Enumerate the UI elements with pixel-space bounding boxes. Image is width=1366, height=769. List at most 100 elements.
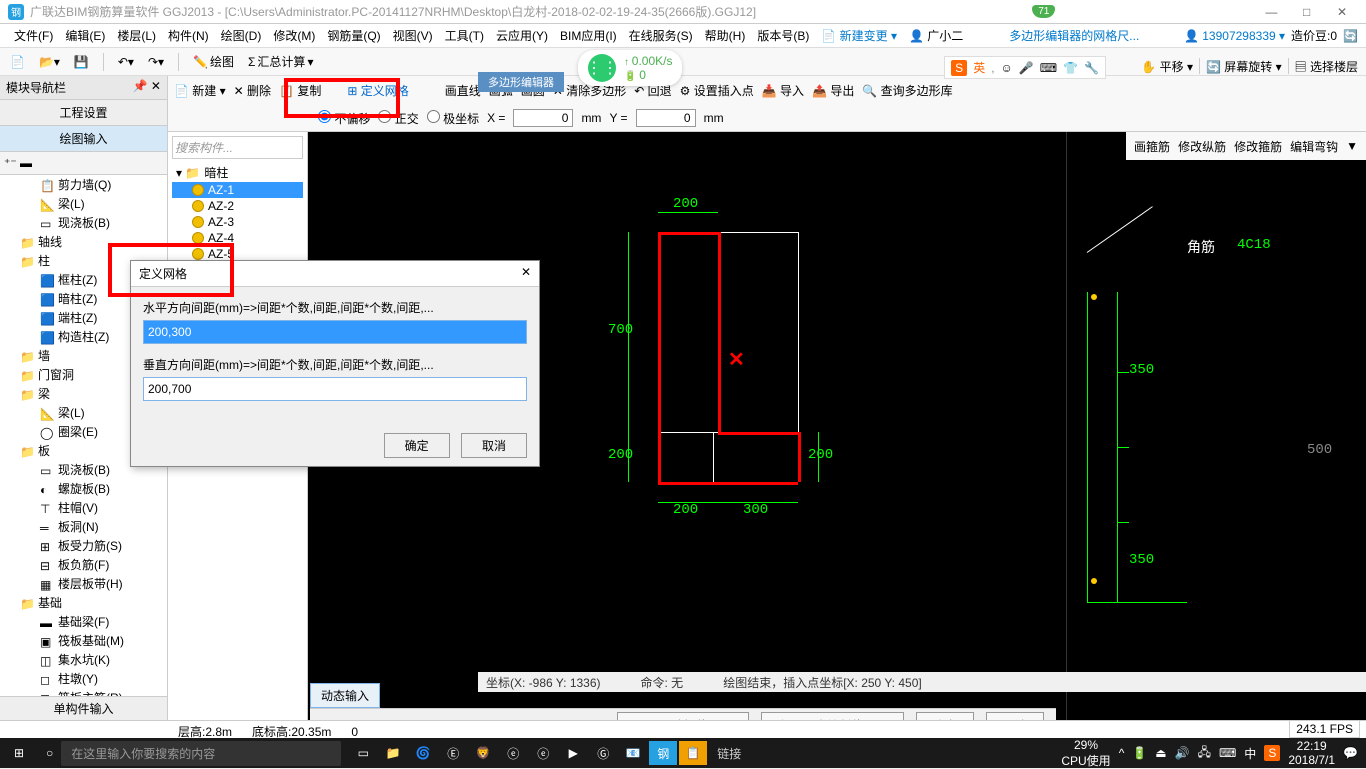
- app-icon-11[interactable]: 📋: [679, 741, 707, 765]
- tray-sogou-icon[interactable]: S: [1264, 745, 1280, 761]
- app-icon-7[interactable]: ▶: [559, 741, 587, 765]
- tree-item[interactable]: ═板洞(N): [0, 517, 167, 536]
- draw-button[interactable]: ✏️ 绘图: [189, 51, 238, 72]
- tree-item[interactable]: ⊤柱帽(V): [0, 498, 167, 517]
- query-lib-button[interactable]: 🔍 查询多边形库: [862, 82, 952, 99]
- app-icon-4[interactable]: 🦁: [469, 741, 497, 765]
- open-file-icon[interactable]: 📂▾: [35, 53, 64, 71]
- menu-online[interactable]: 在线服务(S): [623, 27, 699, 44]
- tree-item[interactable]: ◐螺旋板(B): [0, 479, 167, 498]
- pan-button[interactable]: ✋ 平移 ▾: [1141, 58, 1193, 75]
- ime-tool-icon[interactable]: 🔧: [1084, 61, 1099, 75]
- tray-net-icon[interactable]: 🖧: [1198, 743, 1211, 764]
- polar-radio[interactable]: 极坐标: [427, 110, 479, 127]
- dynamic-input-button[interactable]: 动态输入: [310, 683, 380, 708]
- tree-item[interactable]: ⊟板负筋(F): [0, 555, 167, 574]
- modify-stirrup-button[interactable]: 修改箍筋: [1234, 138, 1282, 155]
- dialog-cancel-button[interactable]: 取消: [461, 433, 527, 458]
- x-input[interactable]: [513, 109, 573, 127]
- tray-notif-icon[interactable]: 💬: [1343, 746, 1358, 760]
- tree-item[interactable]: ▦楼层板带(H): [0, 574, 167, 593]
- dialog-close-icon[interactable]: ✕: [521, 265, 531, 282]
- tree-item[interactable]: ◻柱墩(Y): [0, 669, 167, 688]
- taskview-icon[interactable]: ▭: [349, 741, 377, 765]
- edit-hook-button[interactable]: 编辑弯钩: [1290, 138, 1338, 155]
- tree-collapse-icon[interactable]: ▬: [20, 156, 32, 170]
- menu-tool[interactable]: 工具(T): [439, 27, 490, 44]
- tray-vol-icon[interactable]: 🔊: [1175, 746, 1190, 760]
- menu-view[interactable]: 视图(V): [387, 27, 439, 44]
- refresh-icon[interactable]: 🔄: [1343, 29, 1358, 43]
- tree-item[interactable]: ▣筏板基础(M): [0, 631, 167, 650]
- menu-file[interactable]: 文件(F): [8, 27, 59, 44]
- app-icon-10[interactable]: 钢: [649, 741, 677, 765]
- new-change-button[interactable]: 📄 新建变更 ▾: [815, 27, 903, 44]
- menu-bim[interactable]: BIM应用(I): [554, 27, 623, 44]
- save-icon[interactable]: 💾: [70, 53, 93, 71]
- ime-smile-icon[interactable]: ☺: [1001, 61, 1013, 75]
- tray-up-icon[interactable]: ^: [1119, 746, 1125, 760]
- menu-edit[interactable]: 编辑(E): [59, 27, 111, 44]
- app-icon-5[interactable]: ⓔ: [499, 741, 527, 765]
- dialog-ok-button[interactable]: 确定: [384, 433, 450, 458]
- dropdown-icon[interactable]: ▼: [1346, 139, 1358, 153]
- menu-floor[interactable]: 楼层(L): [111, 27, 162, 44]
- tree-item[interactable]: ⊞板受力筋(S): [0, 536, 167, 555]
- ime-mic-icon[interactable]: 🎤: [1019, 61, 1034, 75]
- sidebar-pin-icon[interactable]: 📌 ✕: [133, 79, 161, 96]
- app-icon-1[interactable]: 📁: [379, 741, 407, 765]
- select-floor-button[interactable]: ▤ 选择楼层: [1295, 58, 1358, 75]
- ime-skin-icon[interactable]: 👕: [1063, 61, 1078, 75]
- ime-kb-icon[interactable]: ⌨: [1040, 61, 1057, 75]
- close-button[interactable]: ✕: [1326, 5, 1358, 19]
- modify-long-button[interactable]: 修改纵筋: [1178, 138, 1226, 155]
- import-button[interactable]: 📥 导入: [762, 82, 804, 99]
- ime-brand-icon[interactable]: S: [951, 60, 967, 76]
- draw-stirrup-button[interactable]: 画箍筋: [1134, 138, 1170, 155]
- v-spacing-input[interactable]: [143, 377, 527, 401]
- component-node[interactable]: AZ-1: [172, 182, 303, 198]
- app-icon-8[interactable]: Ⓖ: [589, 741, 617, 765]
- export-button[interactable]: 📤 导出: [812, 82, 854, 99]
- tree-item[interactable]: 📐梁(L): [0, 194, 167, 213]
- tray-ime[interactable]: 中: [1244, 745, 1256, 762]
- redo-icon[interactable]: ↷▾: [144, 53, 168, 71]
- menu-version[interactable]: 版本号(B): [751, 27, 815, 44]
- draw-input-button[interactable]: 绘图输入: [0, 126, 167, 152]
- maximize-button[interactable]: □: [1291, 5, 1323, 19]
- search-components-input[interactable]: 搜索构件...: [172, 136, 303, 159]
- delete-button[interactable]: ✕ 删除: [234, 82, 271, 99]
- app-icon-3[interactable]: Ⓔ: [439, 741, 467, 765]
- project-settings-button[interactable]: 工程设置: [0, 100, 167, 126]
- draw-line-button[interactable]: 画直线: [445, 82, 481, 99]
- menu-help[interactable]: 帮助(H): [699, 27, 752, 44]
- rotate-button[interactable]: 🔄 屏幕旋转 ▾: [1206, 58, 1282, 75]
- tree-item[interactable]: ▬基础梁(F): [0, 612, 167, 631]
- menu-modify[interactable]: 修改(M): [267, 27, 321, 44]
- menu-cloud[interactable]: 云应用(Y): [490, 27, 554, 44]
- ime-lang[interactable]: 英: [973, 59, 985, 76]
- user-label[interactable]: 👤 广小二: [903, 27, 969, 44]
- minimize-button[interactable]: —: [1255, 5, 1287, 19]
- app-icon-9[interactable]: 📧: [619, 741, 647, 765]
- component-node[interactable]: AZ-3: [172, 214, 303, 230]
- app-icon-2[interactable]: 🌀: [409, 741, 437, 765]
- h-spacing-input[interactable]: [143, 320, 527, 344]
- unit-input-button[interactable]: 单构件输入: [0, 696, 167, 720]
- menu-component[interactable]: 构件(N): [162, 27, 215, 44]
- phone-label[interactable]: 👤 13907298339 ▾: [1184, 29, 1285, 43]
- taskbar-search[interactable]: 在这里输入你要搜索的内容: [61, 741, 341, 766]
- app-icon-6[interactable]: ⓔ: [529, 741, 557, 765]
- menu-rebar[interactable]: 钢筋量(Q): [321, 27, 386, 44]
- tree-item[interactable]: 📁基础: [0, 593, 167, 612]
- y-input[interactable]: [636, 109, 696, 127]
- tree-expand-icon[interactable]: ⁺⁻: [4, 156, 17, 170]
- new-file-icon[interactable]: 📄: [6, 53, 29, 71]
- new-button[interactable]: 📄 新建 ▾: [174, 82, 226, 99]
- component-node[interactable]: AZ-2: [172, 198, 303, 214]
- tree-item[interactable]: ⊞筏板主筋(R): [0, 688, 167, 696]
- tray-battery-icon[interactable]: 🔋: [1132, 746, 1147, 760]
- undo-icon[interactable]: ↶▾: [114, 53, 138, 71]
- tree-item[interactable]: ▭现浇板(B): [0, 213, 167, 232]
- sum-button[interactable]: Σ 汇总计算 ▾: [244, 51, 317, 72]
